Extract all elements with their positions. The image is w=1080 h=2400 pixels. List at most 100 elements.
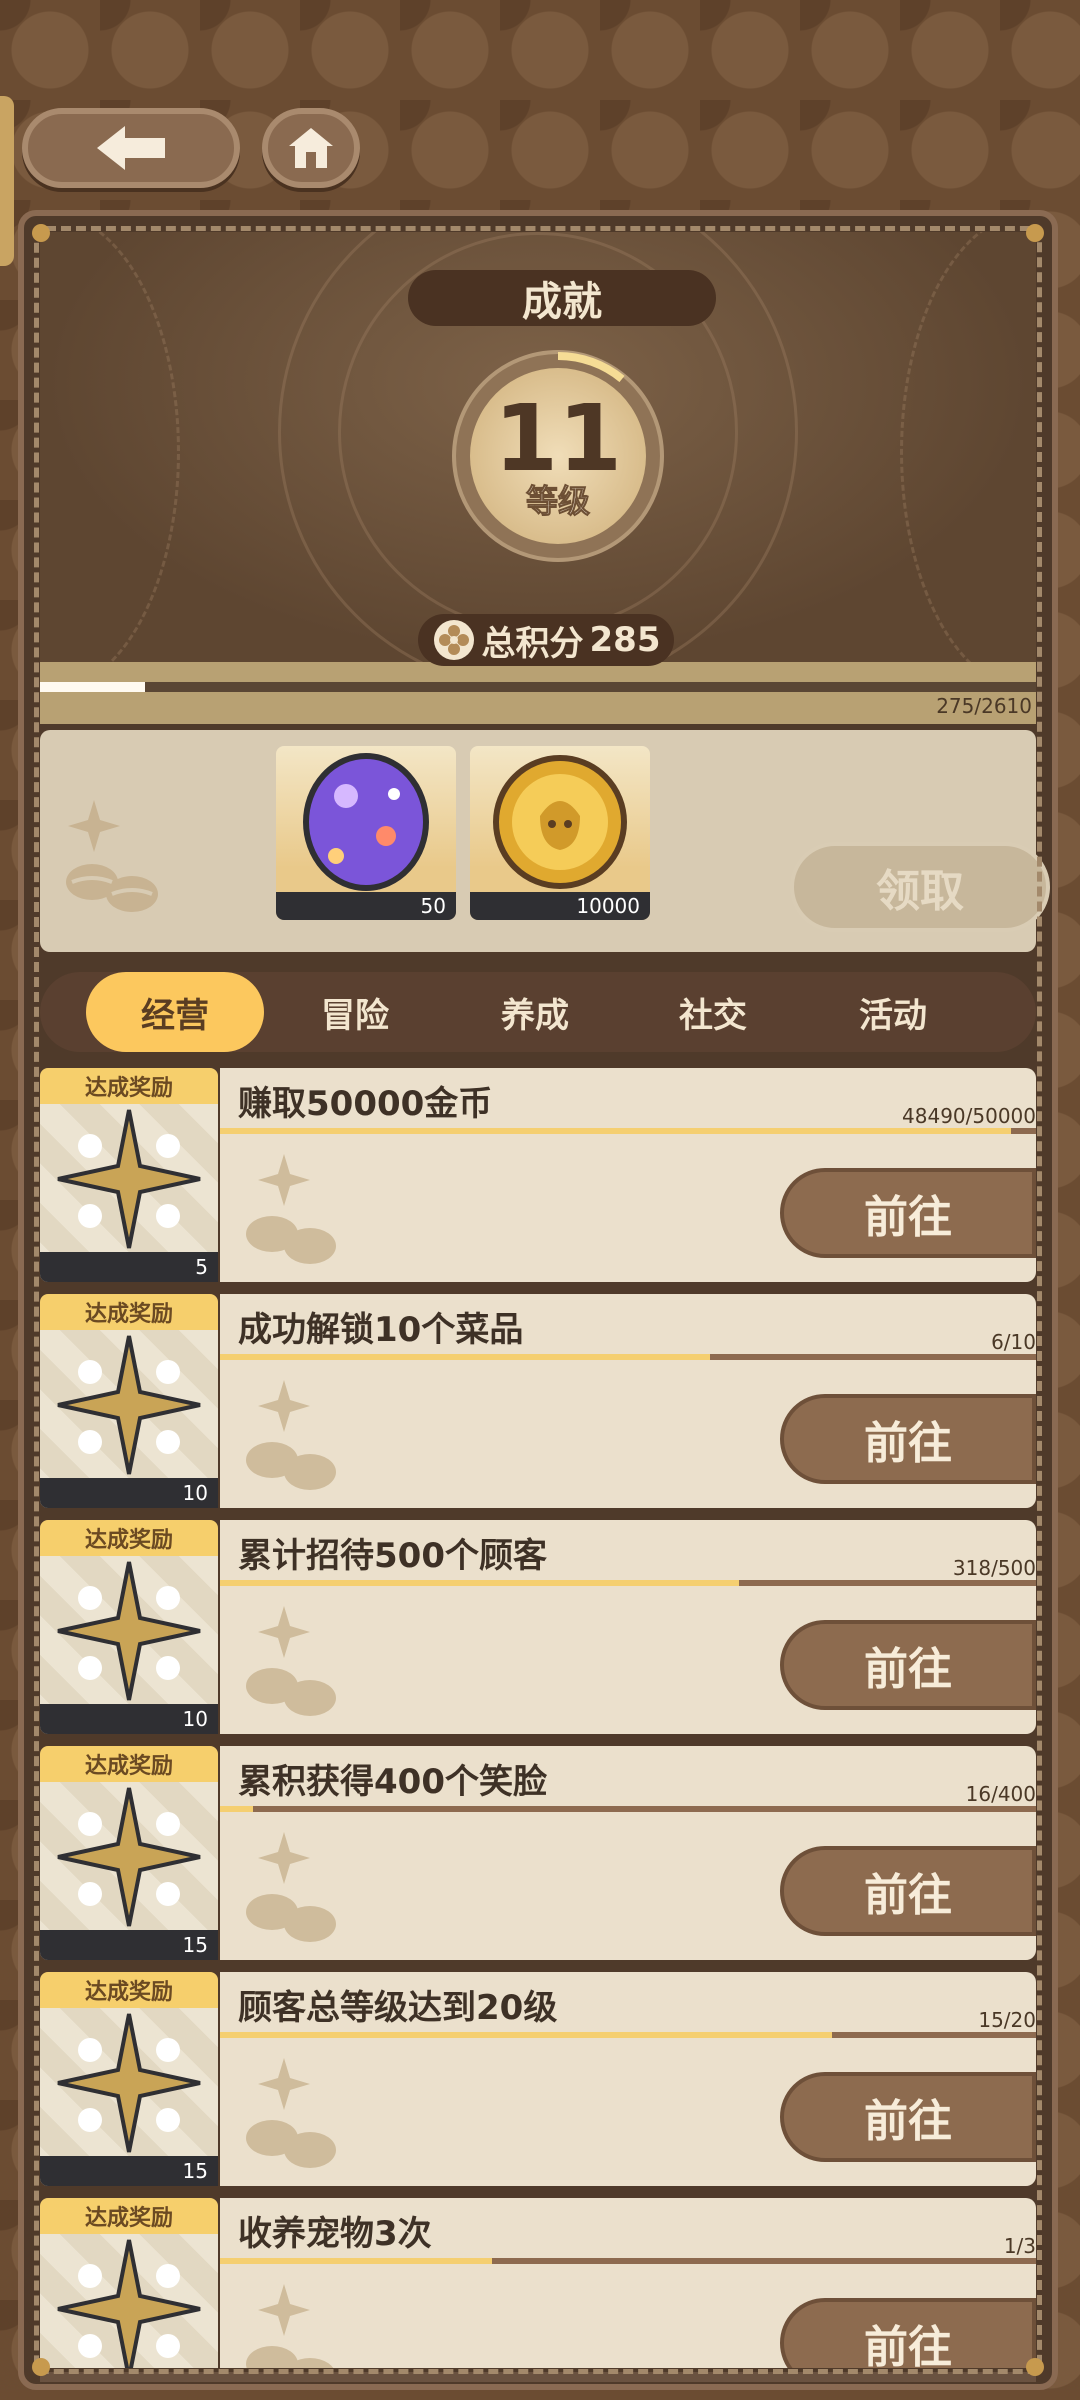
achievement-header: 成就 11 等级: [40, 232, 1036, 662]
corner-rivet: [1026, 2358, 1044, 2376]
level-progress: 275/2610: [40, 662, 1036, 724]
reward-item-gem[interactable]: 50: [276, 746, 456, 920]
achievement-progress-text: 16/400: [965, 1782, 1036, 1806]
tab-adventure[interactable]: 冒险: [266, 972, 444, 1052]
clover-icon: [433, 620, 474, 660]
go-button[interactable]: 前往: [780, 1394, 1036, 1484]
achievement-progress-text: 318/500: [952, 1556, 1036, 1580]
go-button[interactable]: 前往: [780, 1846, 1036, 1936]
purple-gem-icon: [303, 753, 429, 891]
progress-track: [40, 682, 1036, 692]
achievement-card: 累计招待500个顾客 318/500 前往: [220, 1520, 1036, 1734]
decor-ring: [40, 232, 180, 662]
progress-fill: [220, 2032, 832, 2038]
list-item: 达成奖励 5 赚取50000金币 48490/50000 前往: [40, 1068, 1036, 1284]
corner-rivet: [1026, 224, 1044, 242]
progress-fill: [220, 2258, 492, 2264]
reward-image[interactable]: [40, 2234, 218, 2368]
achievement-progress-text: 1/3: [1003, 2234, 1036, 2258]
star-medal-icon: [57, 2013, 201, 2153]
achievement-progress-text: 15/20: [978, 2008, 1036, 2032]
category-tabs: 经营 冒险 养成 社交 活动: [40, 972, 1036, 1052]
achievement-panel: 成就 11 等级 总积分 285 275/2610 50 10000 领取 经营…: [18, 210, 1058, 2390]
achievement-list: 达成奖励 5 赚取50000金币 48490/50000 前往 达成奖励 10 …: [40, 1068, 1036, 2368]
star-medal-icon: [57, 1109, 201, 1249]
achievement-progress-bar: [220, 1354, 1036, 1360]
reward-tag: 达成奖励: [40, 2198, 218, 2234]
coffee-bean-icon: [246, 2284, 334, 2368]
progress-fill: [220, 1806, 253, 1812]
tab-cultivate[interactable]: 养成: [446, 972, 624, 1052]
reward-image[interactable]: 15: [40, 2008, 218, 2186]
achievement-progress-bar: [220, 1128, 1036, 1134]
level-reward-panel: 50 10000 领取: [40, 730, 1050, 952]
achievement-progress-text: 6/10: [991, 1330, 1036, 1354]
panel-bottom-edge: [40, 2372, 1036, 2382]
progress-text: 275/2610: [936, 694, 1032, 718]
reward-count: 15: [40, 2156, 218, 2186]
decor-ring: [900, 232, 1036, 662]
star-medal-icon: [57, 1787, 201, 1927]
list-item: 达成奖励 15 顾客总等级达到20级 15/20 前往: [40, 1972, 1036, 2188]
coffee-bean-icon: [246, 2058, 336, 2168]
progress-fill: [220, 1354, 710, 1360]
achievement-progress-bar: [220, 1580, 1036, 1586]
star-medal-icon: [57, 1335, 201, 1475]
claim-button[interactable]: 领取: [790, 842, 1050, 932]
corner-rivet: [32, 224, 50, 242]
tab-events[interactable]: 活动: [804, 972, 982, 1052]
back-button[interactable]: [22, 108, 240, 188]
reward-count: 10: [40, 1704, 218, 1734]
reward-image[interactable]: 5: [40, 1104, 218, 1282]
reward-count: 10000: [470, 892, 650, 920]
coffee-bean-icon: [246, 1606, 336, 1716]
reward-image[interactable]: 10: [40, 1556, 218, 1734]
go-button[interactable]: 前往: [780, 2298, 1036, 2368]
list-item: 达成奖励 10 累计招待500个顾客 318/500 前往: [40, 1520, 1036, 1736]
coffee-bean-icon: [66, 800, 158, 912]
home-icon: [289, 128, 333, 168]
list-item: 达成奖励 15 累积获得400个笑脸 16/400 前往: [40, 1746, 1036, 1962]
progress-fill: [220, 1580, 739, 1586]
reward-image[interactable]: 10: [40, 1330, 218, 1508]
page-title: 成就: [408, 270, 716, 326]
home-button[interactable]: [262, 108, 360, 188]
points-value: 285: [589, 620, 661, 660]
star-medal-icon: [57, 1561, 201, 1701]
arrow-left-icon: [97, 126, 165, 170]
achievement-card: 成功解锁10个菜品 6/10 前往: [220, 1294, 1036, 1508]
achievement-title: 收养宠物3次: [238, 2214, 432, 2254]
achievement-card: 收养宠物3次 1/3 前往: [220, 2198, 1036, 2368]
achievement-title: 赚取50000金币: [238, 1084, 493, 1124]
go-button[interactable]: 前往: [780, 1620, 1036, 1710]
go-button[interactable]: 前往: [780, 2072, 1036, 2162]
reward-image[interactable]: 15: [40, 1782, 218, 1960]
go-button[interactable]: 前往: [780, 1168, 1036, 1258]
coffee-bean-icon: [246, 1380, 336, 1490]
achievement-title: 累计招待500个顾客: [238, 1536, 547, 1576]
corner-rivet: [32, 2358, 50, 2376]
tab-social[interactable]: 社交: [624, 972, 802, 1052]
achievement-progress-bar: [220, 2258, 1036, 2264]
reward-tag: 达成奖励: [40, 1520, 218, 1556]
level-progress-arc: [557, 351, 625, 383]
achievement-title: 顾客总等级达到20级: [238, 1988, 558, 2028]
reward-count: 10: [40, 1478, 218, 1508]
points-label: 总积分: [481, 623, 584, 664]
reward-item-coin[interactable]: 10000: [470, 746, 650, 920]
reward-tag: 达成奖励: [40, 1972, 218, 2008]
total-points: 总积分 285: [418, 614, 674, 666]
progress-fill: [220, 1128, 1012, 1134]
reward-tag: 达成奖励: [40, 1746, 218, 1782]
achievement-title: 成功解锁10个菜品: [238, 1310, 524, 1350]
gold-coin-icon: [493, 755, 627, 889]
reward-count: 5: [40, 1252, 218, 1282]
side-tab[interactable]: [0, 96, 14, 266]
achievement-progress-bar: [220, 2032, 1036, 2038]
progress-fill: [40, 682, 145, 692]
reward-tag: 达成奖励: [40, 1294, 218, 1330]
achievement-card: 累积获得400个笑脸 16/400 前往: [220, 1746, 1036, 1960]
reward-count: 15: [40, 1930, 218, 1960]
star-medal-icon: [57, 2239, 201, 2368]
tab-business[interactable]: 经营: [86, 972, 264, 1052]
